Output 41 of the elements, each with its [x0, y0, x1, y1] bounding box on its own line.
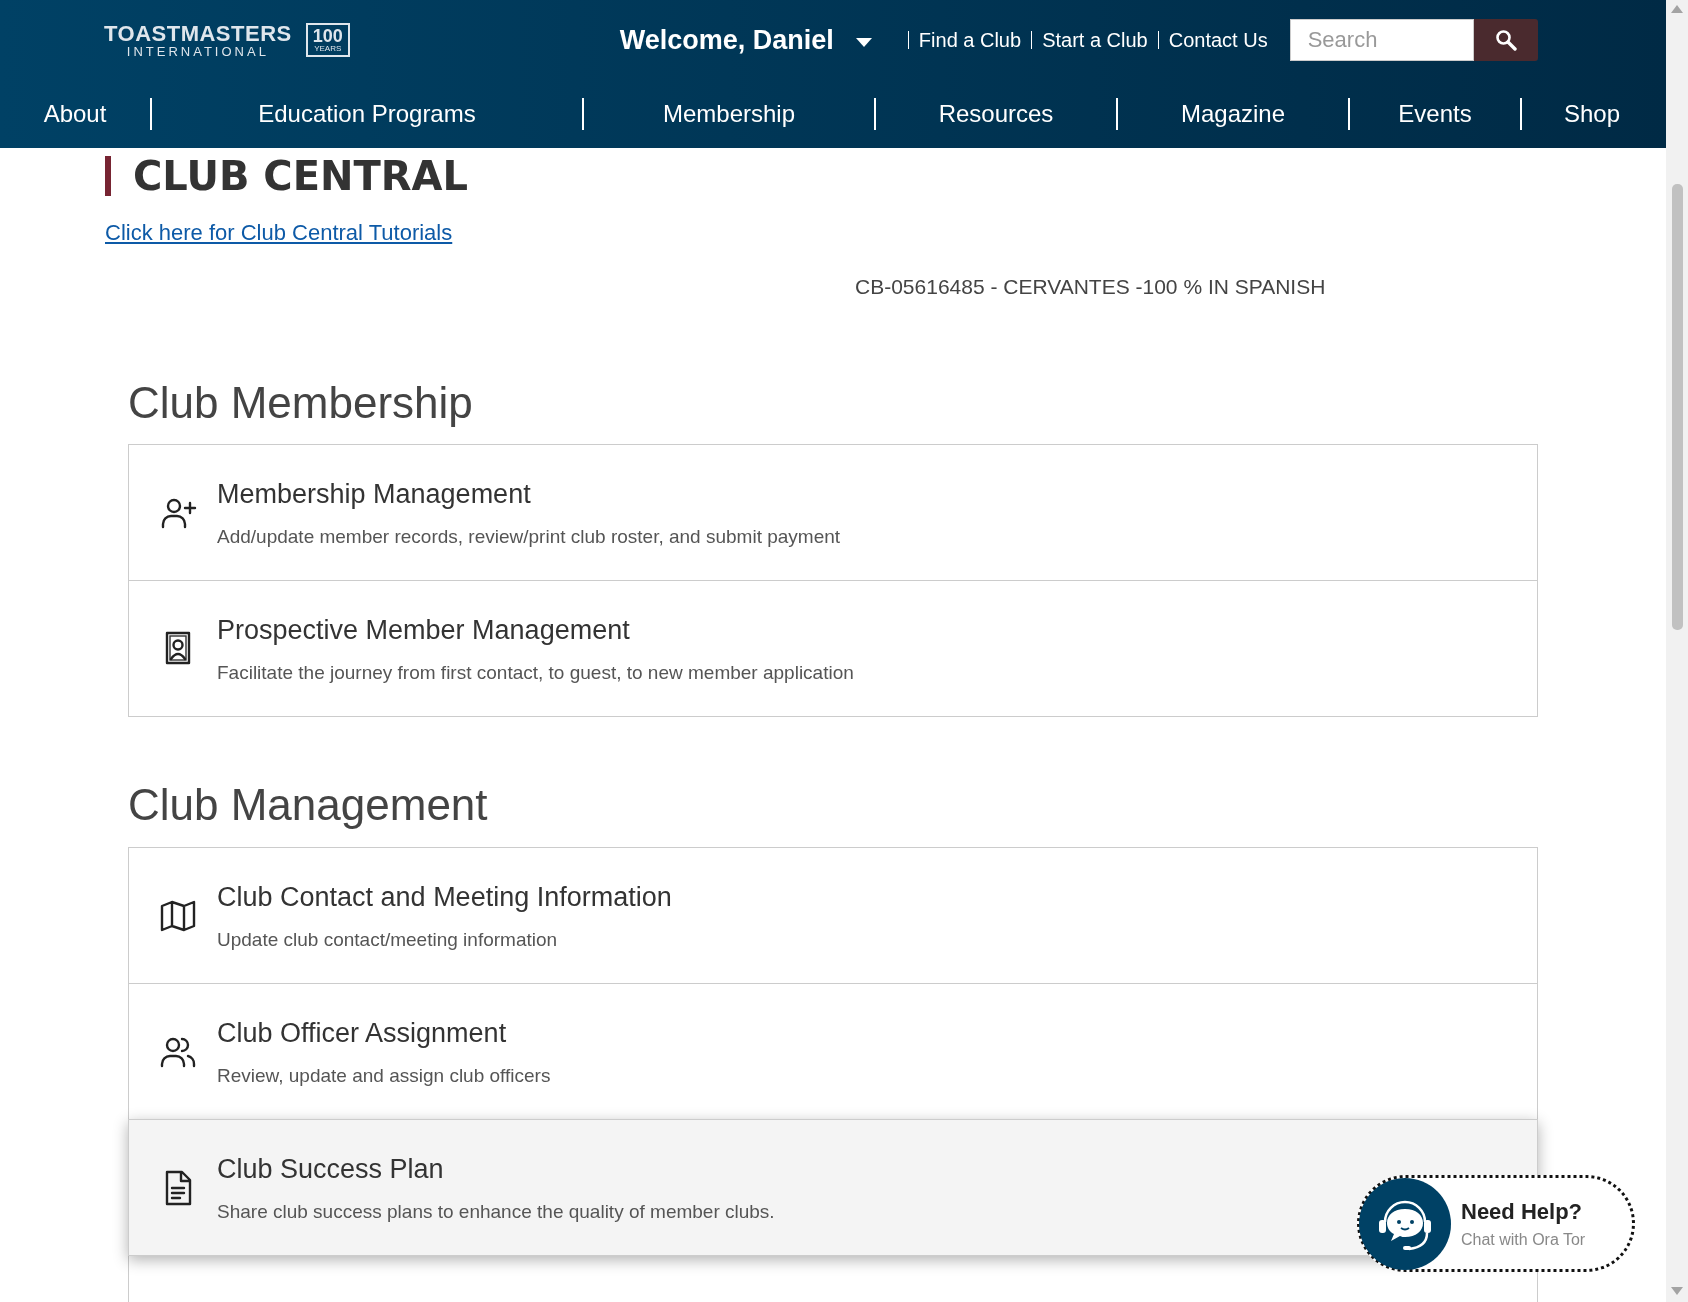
card-title: Prospective Member Management [217, 614, 631, 648]
card-title: Club Officer Assignment [217, 1017, 508, 1051]
nav-link-item[interactable]: Events [1350, 96, 1520, 132]
chat-widget[interactable]: Need Help? Chat with Ora Tor [1357, 1175, 1635, 1272]
header-link[interactable]: Find a Club [907, 31, 1032, 49]
header-link[interactable]: Start a Club [1031, 31, 1158, 49]
section-heading: Club Management [128, 779, 489, 832]
caret-icon[interactable] [855, 38, 872, 48]
menu-card[interactable]: Club Officer Assignment Review, update and assign club officers [128, 983, 1538, 1121]
card-title: Club Contact and Meeting Information [217, 881, 672, 915]
card-description: Facilitate the journey from first contact, to guest, to new member application [217, 660, 854, 685]
chatbot-icon [1357, 1175, 1453, 1272]
section-heading: Club Membership [128, 376, 474, 429]
menu-card[interactable]: Membership Management Add/update member records, review/print club roster, and submit payment [128, 444, 1538, 582]
nav-link-item[interactable]: Shop [1522, 96, 1662, 132]
logo-subtitle: INTERNATIONAL [125, 44, 270, 58]
page-title: CLUB CENTRAL [133, 156, 468, 196]
welcome-menu[interactable]: Welcome, Daniel [619, 19, 834, 61]
anniversary-badge: 100 YEARS [305, 23, 350, 57]
nav-link-item[interactable]: Education Programs [152, 96, 582, 132]
nav-link-item[interactable]: Membership [584, 96, 874, 132]
menu-card[interactable]: Prospective Member Management Facilitate the journey from first contact, to guest, to new member application [128, 580, 1538, 718]
title-accent-bar [105, 156, 111, 196]
card-description: Review, update and assign club officers [217, 1063, 551, 1088]
tutorials-link[interactable]: Click here for Club Central Tutorials [105, 216, 453, 249]
logo-name: TOASTMASTERS [104, 22, 292, 45]
club-id-text: CB-05616485 - CERVANTES -100 % IN SPANISH [855, 274, 1327, 300]
card-description: Update club contact/meeting information [217, 927, 559, 952]
card-title: Club Success Plan [217, 1153, 445, 1187]
scrollbar[interactable] [1666, 0, 1688, 1302]
menu-card[interactable]: Club Contact and Meeting Information Update club contact/meeting information [128, 847, 1538, 985]
card-description: Add/update member records, review/print club roster, and submit payment [217, 524, 841, 549]
search-field[interactable]: Search [1289, 19, 1474, 61]
nav-link-item[interactable]: Magazine [1118, 96, 1348, 132]
header-link[interactable]: Contact Us [1157, 31, 1278, 49]
card-description: Share club success plans to enhance the quality of member clubs. [217, 1199, 775, 1224]
search-icon [1494, 29, 1517, 51]
search-button[interactable] [1473, 19, 1538, 61]
card-title: Membership Management [217, 478, 532, 512]
nav-link-item[interactable]: Resources [876, 96, 1116, 132]
nav-link-item[interactable]: About [0, 96, 150, 132]
